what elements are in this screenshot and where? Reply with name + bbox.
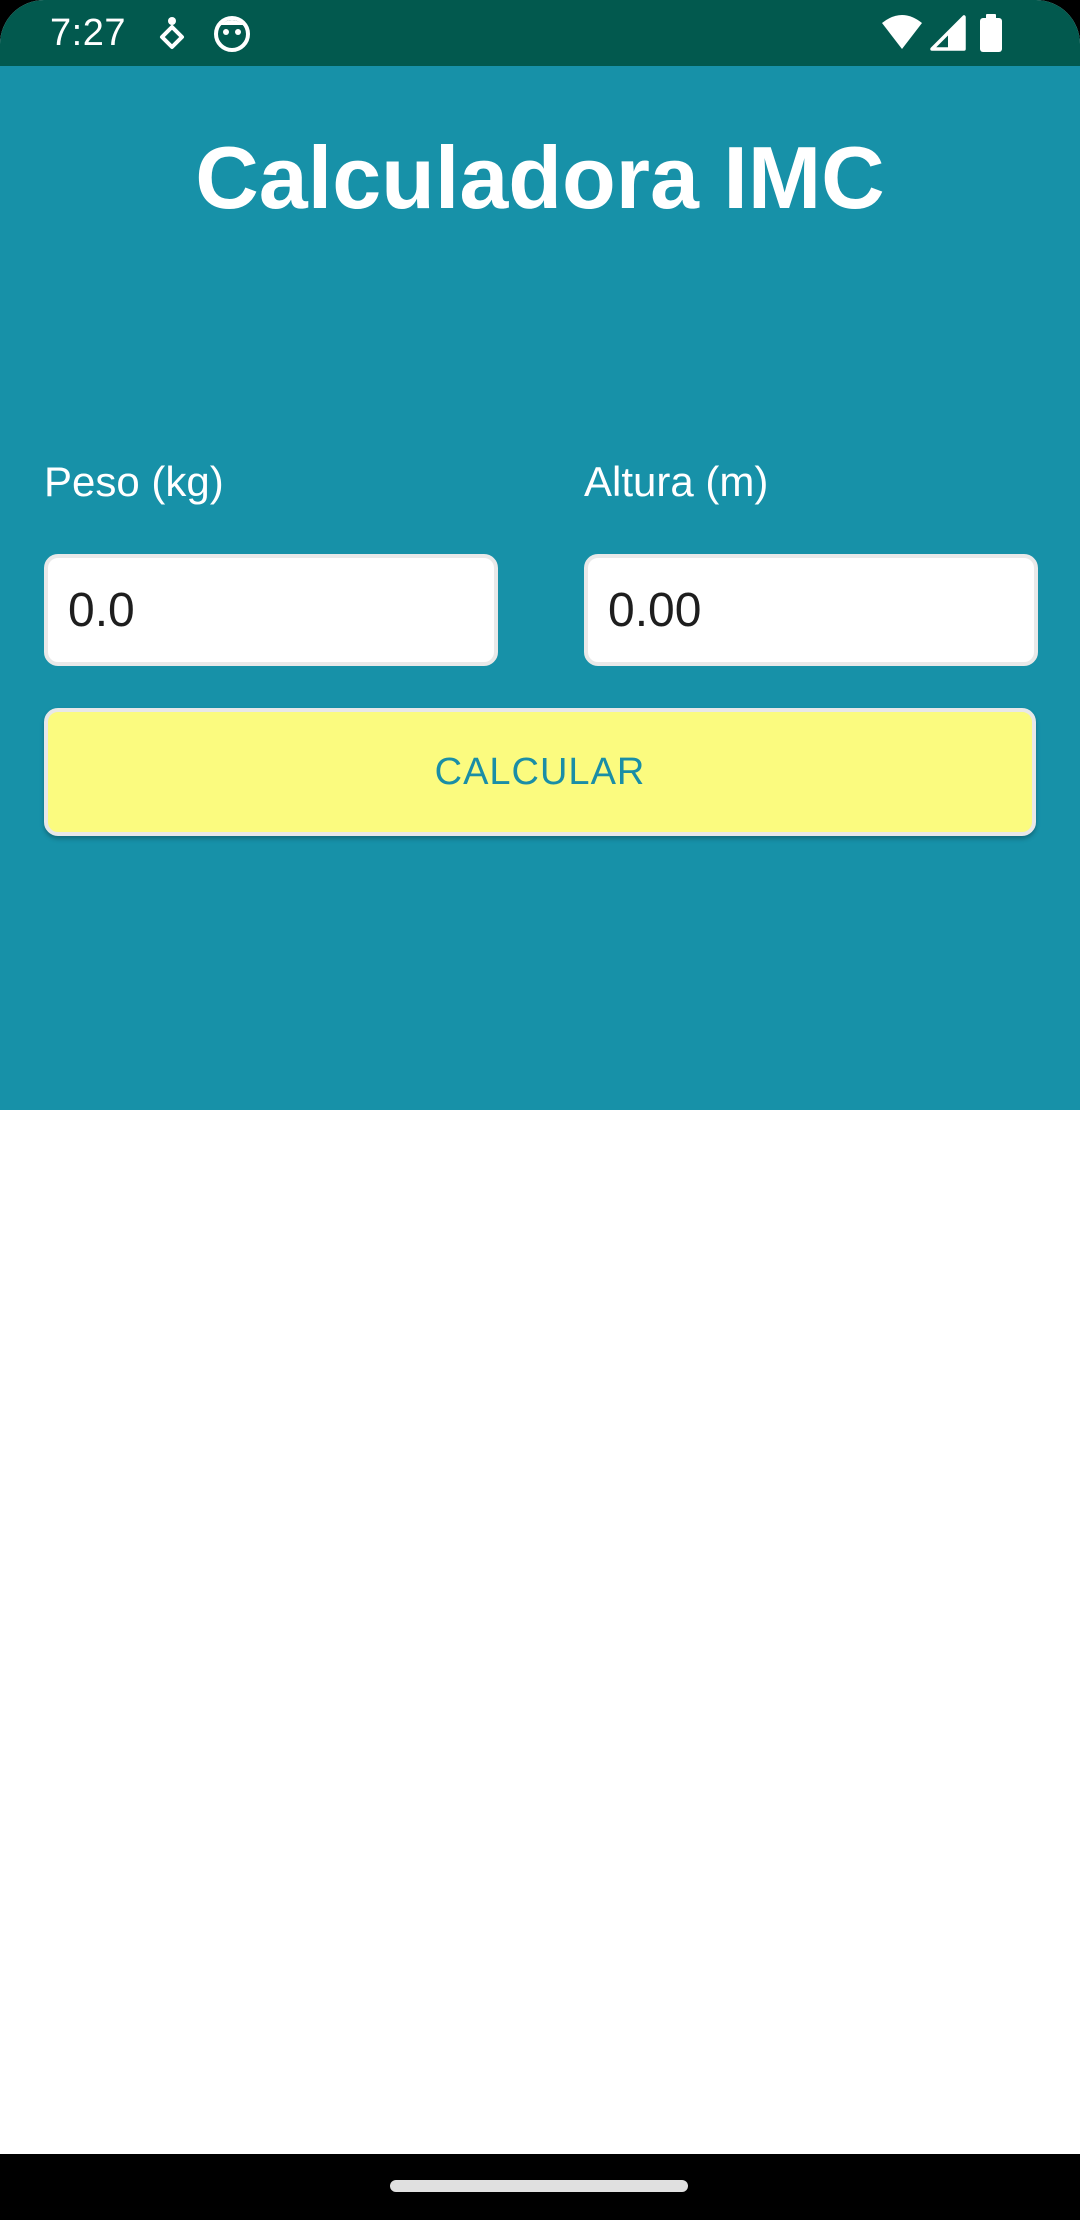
- calculator-panel: Calculadora IMC Peso (kg) Altura (m) CAL…: [0, 66, 1080, 1110]
- height-input[interactable]: [588, 558, 1034, 662]
- height-label: Altura (m): [584, 458, 769, 505]
- height-field-container: [584, 554, 1038, 666]
- calculate-button[interactable]: CALCULAR: [44, 708, 1036, 836]
- page-title: Calculadora IMC: [195, 128, 885, 227]
- navigation-bar: [0, 2154, 1080, 2220]
- battery-icon: [978, 13, 1004, 53]
- home-handle[interactable]: [390, 2180, 688, 2192]
- cell-signal-icon: [928, 13, 968, 53]
- weight-label: Peso (kg): [44, 458, 224, 505]
- weight-field-container: [44, 554, 498, 666]
- accessibility-icon: [152, 13, 192, 53]
- status-bar: 7:27: [0, 0, 1080, 66]
- phone-screen: 7:27 Calculadora IMC Peso (kg) Altura (m…: [0, 0, 1080, 2220]
- weight-input[interactable]: [48, 558, 494, 662]
- wifi-icon: [880, 13, 924, 53]
- status-time: 7:27: [50, 12, 126, 54]
- face-icon: [212, 13, 252, 53]
